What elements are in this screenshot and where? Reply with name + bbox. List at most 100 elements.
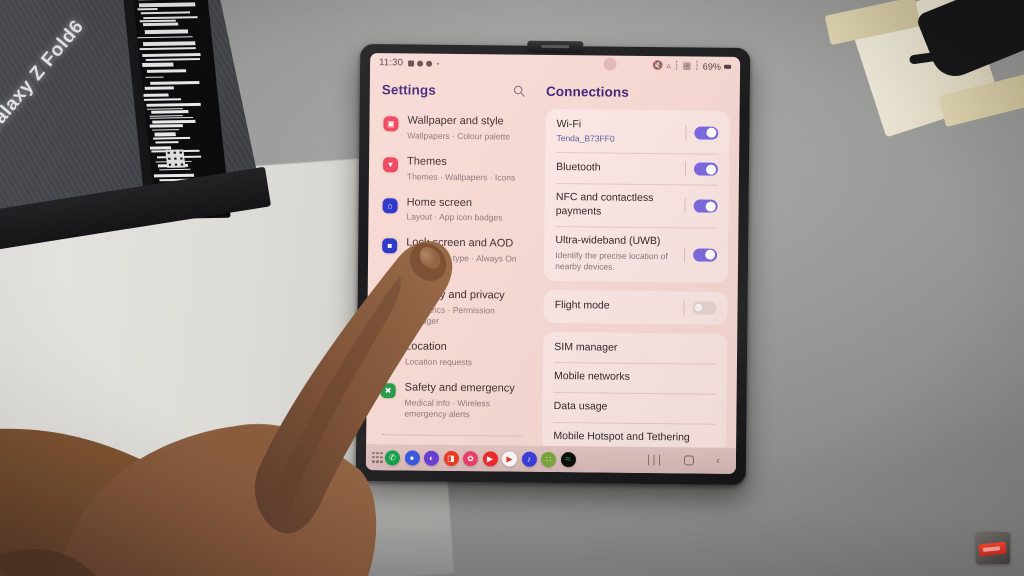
- settings-item-subtitle: Wallpapers · Colour palette: [407, 130, 510, 142]
- signal-icon: ┆: [674, 60, 680, 71]
- connections-card: Wi-Fi Tenda_B73FF0 Bluetooth NFC and contac…: [544, 109, 730, 283]
- connections-row-nfc-and-contactless-payments[interactable]: NFC and contactless payments: [545, 183, 729, 228]
- connections-row-wi-fi[interactable]: Wi-Fi Tenda_B73FF0: [545, 110, 729, 154]
- connections-card: Flight mode: [544, 290, 728, 325]
- connections-row-text: Ultra-wideband (UWB) Identify the precise…: [555, 234, 684, 273]
- back-button[interactable]: ‹: [716, 455, 720, 466]
- settings-content: Settings ▣ Wallpaper and style Wallpapers …: [366, 72, 740, 448]
- connections-row-ultra-wideband-uwb[interactable]: Ultra-wideband (UWB) Identify the precise…: [544, 226, 728, 281]
- settings-item-subtitle: Medical info · Wireless emergency alerts: [404, 397, 524, 420]
- settings-left-pane: Settings ▣ Wallpaper and style Wallpapers …: [366, 72, 540, 446]
- settings-item-home-screen[interactable]: ⌂ Home screen Layout · App icon badges: [380, 189, 529, 231]
- notes-app-icon[interactable]: ◨: [443, 450, 458, 465]
- connections-row-title: Bluetooth: [556, 161, 685, 176]
- home-button[interactable]: [684, 455, 694, 465]
- settings-title-text: Settings: [382, 82, 436, 98]
- settings-item-wallpaper-and-style[interactable]: ▣ Wallpaper and style Wallpapers · Colour …: [381, 107, 530, 149]
- settings-menu-list: ▣ Wallpaper and style Wallpapers · Colour …: [378, 107, 530, 427]
- toggle-knob: [707, 128, 717, 138]
- connections-row-text: Mobile Hotspot and Tethering: [553, 430, 715, 445]
- galaxy-z-fold-device: 11:30 🔇 ▵ ┆ ▦ ┆ 69% Settings ▣ Wallpaper…: [356, 44, 751, 485]
- connections-card: SIM manager Mobile networks Data usage Mobi…: [542, 332, 727, 448]
- settings-item-text: Home screen Layout · App icon badges: [406, 196, 502, 224]
- lock-icon: ■: [382, 239, 397, 254]
- notification-square-icon: [408, 60, 414, 66]
- play-store-app-icon[interactable]: ▶: [502, 451, 517, 466]
- toggle-divider: [685, 125, 686, 140]
- toggle-flight-mode[interactable]: [692, 301, 716, 314]
- connections-row-title: Ultra-wideband (UWB): [555, 234, 684, 249]
- settings-item-title: Themes: [407, 155, 515, 170]
- notification-app-icon: [417, 60, 423, 66]
- battery-percent: 69%: [703, 61, 721, 71]
- toggle-divider: [685, 162, 686, 177]
- notification-dot-icon: [437, 62, 439, 64]
- toggle-knob: [694, 303, 704, 313]
- spotify-app-icon[interactable]: ≈: [560, 452, 575, 467]
- toggle-wi-fi[interactable]: [694, 126, 718, 139]
- settings-item-title: Lock screen and AOD: [406, 237, 526, 252]
- safety-icon: ✖: [381, 383, 396, 398]
- connections-row-title: SIM manager: [554, 341, 716, 356]
- samsung-internet-app-icon[interactable]: ◐: [424, 450, 439, 465]
- messages-app-icon[interactable]: ●: [404, 450, 419, 465]
- toggle-divider: [685, 199, 686, 214]
- connections-row-title: Data usage: [554, 400, 716, 415]
- toggle-nfc-and-contactless-payments[interactable]: [694, 200, 718, 213]
- connections-row-data-usage[interactable]: Data usage: [543, 392, 727, 424]
- toggle-bluetooth[interactable]: [694, 163, 718, 176]
- search-icon[interactable]: [513, 85, 526, 98]
- recents-button[interactable]: ∣∣∣: [646, 454, 663, 465]
- battery-icon: [724, 64, 731, 68]
- settings-item-safety-and-emergency[interactable]: ✖ Safety and emergency Medical info · Wire…: [378, 374, 527, 427]
- toggle-knob: [706, 201, 716, 211]
- taskbar: ✆ ● ◐ ◨ ✿ ▶ ▶ ♪ ∷ ≈ ∣∣∣ ‹: [366, 444, 736, 474]
- youtube-app-icon[interactable]: ▶: [482, 451, 497, 466]
- apps-grid-icon[interactable]: [372, 452, 383, 463]
- settings-item-text: Themes Themes · Wallpapers · Icons: [407, 155, 516, 183]
- connections-row-subtitle: Tenda_B73FF0: [556, 133, 685, 145]
- phone-hinge: [527, 41, 583, 54]
- watermark-key-graphic: [978, 542, 1006, 557]
- toggle-divider: [683, 300, 684, 315]
- settings-item-location[interactable]: ◉ Location Location requests: [379, 333, 528, 375]
- connections-row-bluetooth[interactable]: Bluetooth: [545, 152, 729, 185]
- channel-watermark: [976, 532, 1010, 564]
- toggle-ultra-wideband-uwb[interactable]: [693, 248, 717, 261]
- themes-icon: ▼: [383, 157, 398, 172]
- page-title-settings: Settings: [382, 72, 531, 109]
- connections-row-text: Bluetooth: [556, 161, 685, 176]
- phone-app-icon[interactable]: ✆: [385, 450, 400, 465]
- connections-title-text: Connections: [546, 84, 629, 100]
- security-icon: ✔: [382, 290, 397, 305]
- home-icon: ⌂: [383, 198, 398, 213]
- camera-app-icon[interactable]: ✿: [463, 451, 478, 466]
- connections-row-flight-mode[interactable]: Flight mode: [544, 291, 728, 324]
- taskbar-apps: ✆ ● ◐ ◨ ✿ ▶ ▶ ♪ ∷ ≈: [385, 450, 576, 467]
- settings-item-title: Home screen: [407, 196, 503, 211]
- settings-item-subtitle: Location requests: [405, 356, 472, 368]
- connections-row-text: NFC and contactless payments: [556, 191, 685, 220]
- status-bar-notification-icons: [408, 60, 439, 66]
- connections-row-mobile-networks[interactable]: Mobile networks: [543, 362, 727, 394]
- phone-screen: 11:30 🔇 ▵ ┆ ▦ ┆ 69% Settings ▣ Wallpaper…: [366, 53, 740, 474]
- connections-row-text: Flight mode: [555, 299, 684, 314]
- connections-row-mobile-hotspot-and-tethering[interactable]: Mobile Hotspot and Tethering: [542, 422, 726, 448]
- location-icon: ◉: [381, 342, 396, 357]
- mute-icon: 🔇: [652, 60, 663, 71]
- connections-right-pane: Connections Wi-Fi Tenda_B73FF0 Bluetooth NF…: [536, 74, 740, 448]
- settings-item-themes[interactable]: ▼ Themes Themes · Wallpapers · Icons: [381, 148, 530, 190]
- connections-row-sim-manager[interactable]: SIM manager: [543, 333, 727, 365]
- page-title-connections: Connections: [546, 74, 730, 111]
- settings-item-title: Location: [405, 341, 472, 355]
- sim-icon: ▦: [683, 60, 692, 71]
- galaxy-store-app-icon[interactable]: ∷: [541, 451, 556, 466]
- settings-item-title: Security and privacy: [406, 289, 526, 304]
- toggle-divider: [684, 247, 685, 262]
- music-app-icon[interactable]: ♪: [521, 451, 536, 466]
- settings-item-lock-screen-and-aod[interactable]: ■ Lock screen and AOD Screen lock type · A…: [380, 230, 529, 283]
- connections-row-title: Mobile networks: [554, 370, 716, 385]
- settings-item-security-and-privacy[interactable]: ✔ Security and privacy Biometrics · Permis…: [379, 281, 528, 334]
- settings-item-text: Safety and emergency Medical info · Wirel…: [404, 381, 525, 420]
- connections-row-text: SIM manager: [554, 341, 716, 356]
